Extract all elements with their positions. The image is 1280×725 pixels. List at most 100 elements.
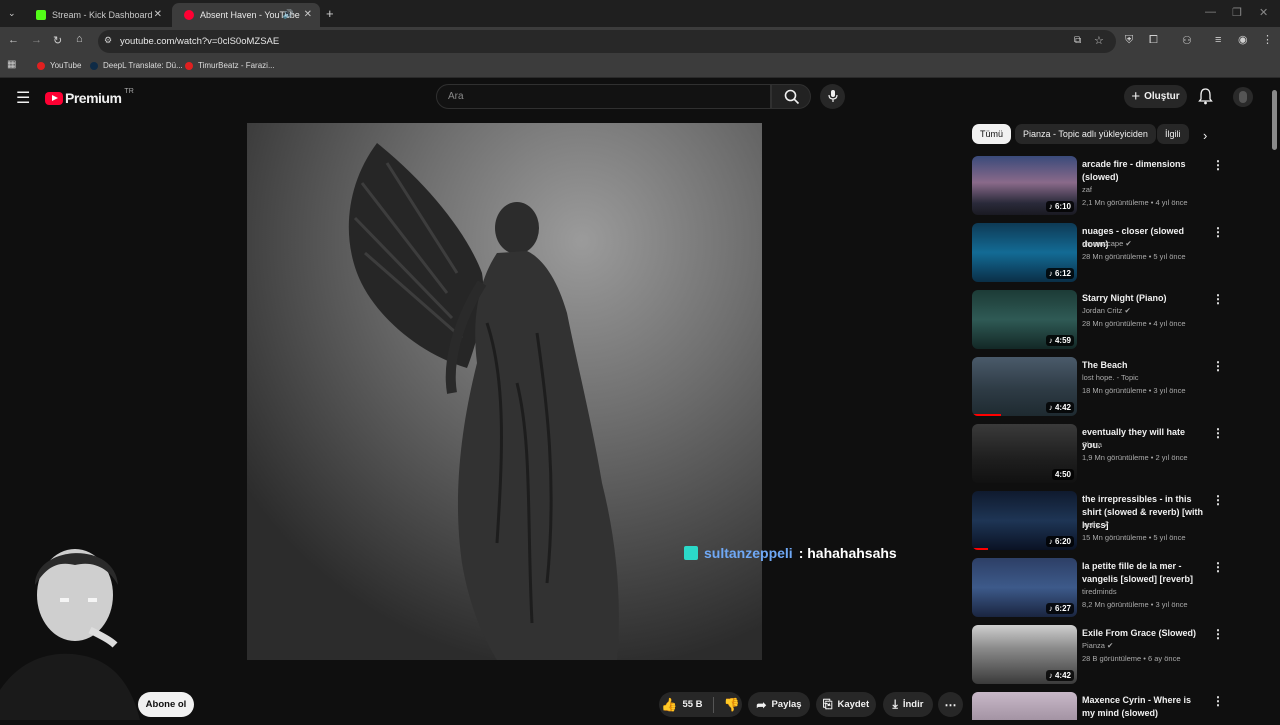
video-title[interactable]: Maxence Cyrin - Where is my mind (slowed…	[1082, 694, 1206, 720]
chip-from-pianza[interactable]: Pianza - Topic adlı yükleyiciden	[1015, 124, 1156, 144]
channel-name[interactable]: Shura	[1082, 440, 1102, 449]
video-title[interactable]: la petite fille de la mer - vangelis [sl…	[1082, 560, 1206, 586]
duration-badge: ♪ 6:10	[1045, 201, 1074, 212]
avatar[interactable]	[1233, 87, 1253, 107]
apps-grid-icon[interactable]: ▦	[7, 59, 16, 70]
notifications-bell-icon[interactable]	[1198, 88, 1213, 105]
list-item[interactable]: 4:50 eventually they will hate you. Shur…	[972, 424, 1232, 486]
home-icon[interactable]: ⌂	[76, 33, 83, 45]
video-thumbnail[interactable]: ♪ 4:59	[972, 290, 1077, 349]
like-icon[interactable]: 👍	[661, 697, 677, 713]
channel-name[interactable]: tiredminds	[1082, 587, 1117, 596]
reload-icon[interactable]: ↻	[53, 34, 62, 47]
video-title[interactable]: Starry Night (Piano)	[1082, 292, 1206, 305]
address-bar[interactable]: ⚙ youtube.com/watch?v=0clS0oMZSAE ⧉ ☆	[98, 30, 1116, 53]
extensions-icon[interactable]: ⧠	[1149, 34, 1158, 47]
download-button[interactable]: ⤓ İndir	[883, 692, 933, 717]
bookmark-deepl[interactable]: DeepL Translate: Dü...	[90, 61, 183, 70]
list-item[interactable]: ♪ 4:42 Exile From Grace (Slowed) Pianza …	[972, 625, 1232, 687]
more-vert-icon[interactable]: ⋮	[1212, 694, 1224, 708]
list-item[interactable]: ♪ 6:10 arcade fire - dimensions (slowed)…	[972, 156, 1232, 218]
video-title[interactable]: Exile From Grace (Slowed)	[1082, 627, 1206, 640]
video-player[interactable]	[247, 123, 762, 660]
profile-icon[interactable]: ◉	[1238, 33, 1248, 46]
maximize-icon[interactable]: ❐	[1232, 6, 1242, 19]
save-button[interactable]: ⎘ Kaydet	[816, 692, 876, 717]
video-thumbnail[interactable]: ♪ 6:12	[972, 223, 1077, 282]
media-controls-icon[interactable]: ≡	[1215, 34, 1221, 46]
channel-name[interactable]: lost hope. - Topic	[1082, 373, 1139, 382]
list-item[interactable]: ♪ 6:20 the irrepressibles - in this shir…	[972, 491, 1232, 553]
create-button[interactable]: + Oluştur	[1124, 85, 1187, 108]
tab-youtube[interactable]: Absent Haven - YouTube 🔊 ✕	[172, 3, 320, 27]
video-thumbnail[interactable]	[972, 692, 1077, 720]
channel-name[interactable]: zaf	[1082, 185, 1092, 194]
minimize-icon[interactable]: —	[1205, 6, 1216, 18]
verified-icon: ✔	[1103, 520, 1110, 529]
speaker-icon[interactable]: 🔊	[283, 9, 294, 20]
video-title[interactable]: The Beach	[1082, 359, 1206, 372]
close-window-icon[interactable]: ✕	[1259, 6, 1268, 19]
hamburger-menu-icon[interactable]: ☰	[16, 88, 30, 108]
menu-dots-icon[interactable]: ⋮	[1262, 33, 1273, 46]
video-thumbnail[interactable]: ♪ 6:10	[972, 156, 1077, 215]
forward-icon[interactable]: →	[31, 34, 42, 46]
close-tab-icon[interactable]: ✕	[154, 9, 162, 20]
list-item[interactable]: ♪ 4:42 The Beach lost hope. - Topic 18 M…	[972, 357, 1232, 419]
list-item[interactable]: ♪ 4:59 Starry Night (Piano) Jordan Critz…	[972, 290, 1232, 352]
scrollbar[interactable]	[1272, 90, 1277, 150]
verified-icon: ✔	[1124, 306, 1131, 315]
more-vert-icon[interactable]: ⋮	[1212, 627, 1224, 641]
chat-badge-icon	[684, 546, 698, 560]
more-vert-icon[interactable]: ⋮	[1212, 493, 1224, 507]
video-meta: 28 Mn görüntüleme • 5 yıl önce	[1082, 252, 1186, 261]
more-vert-icon[interactable]: ⋮	[1212, 158, 1224, 172]
dislike-icon[interactable]: 👎	[724, 697, 740, 713]
subscribe-button[interactable]: Abone ol	[138, 692, 194, 717]
video-thumbnail[interactable]: 4:50	[972, 424, 1077, 483]
more-vert-icon[interactable]: ⋮	[1212, 426, 1224, 440]
youtube-favicon-icon	[185, 61, 193, 70]
duration-badge: ♪ 6:20	[1045, 536, 1074, 547]
more-vert-icon[interactable]: ⋮	[1212, 225, 1224, 239]
webcam-overlay	[0, 540, 150, 720]
video-thumbnail[interactable]: ♪ 6:27	[972, 558, 1077, 617]
youtube-logo[interactable]: Premium TR	[45, 88, 134, 106]
more-vert-icon[interactable]: ⋮	[1212, 292, 1224, 306]
channel-name[interactable]: Pianza ✔	[1082, 641, 1113, 650]
chevron-right-icon[interactable]: ›	[1203, 128, 1207, 143]
channel-name[interactable]: dreamscape ✔	[1082, 239, 1132, 248]
video-title[interactable]: arcade fire - dimensions (slowed)	[1082, 158, 1206, 184]
tab-label: Stream - Kick Dashboard	[52, 10, 153, 20]
video-thumbnail[interactable]: ♪ 4:42	[972, 625, 1077, 684]
more-vert-icon[interactable]: ⋮	[1212, 359, 1224, 373]
install-app-icon[interactable]: ⧉	[1074, 35, 1081, 46]
back-icon[interactable]: ←	[8, 34, 19, 46]
chip-related[interactable]: İlgili	[1157, 124, 1189, 144]
more-actions-button[interactable]: ⋯	[938, 692, 963, 717]
list-item[interactable]: ♪ 6:27 la petite fille de la mer - vange…	[972, 558, 1232, 620]
close-tab-icon[interactable]: ✕	[304, 9, 312, 20]
video-thumbnail[interactable]: ♪ 6:20	[972, 491, 1077, 550]
video-thumbnail[interactable]: ♪ 4:42	[972, 357, 1077, 416]
channel-name[interactable]: lustry. ✔	[1082, 520, 1110, 529]
voice-search-button[interactable]	[820, 84, 845, 109]
list-item[interactable]: Maxence Cyrin - Where is my mind (slowed…	[972, 692, 1232, 720]
bookmark-youtube[interactable]: YouTube	[37, 61, 81, 70]
more-vert-icon[interactable]: ⋮	[1212, 560, 1224, 574]
incognito-icon[interactable]: ⚇	[1182, 34, 1192, 47]
new-tab-icon[interactable]: +	[326, 6, 334, 21]
tab-search-icon[interactable]: ⌄	[8, 8, 16, 19]
shield-icon[interactable]: ⛨	[1125, 34, 1133, 47]
video-meta: 28 Mn görüntüleme • 4 yıl önce	[1082, 319, 1186, 328]
search-button[interactable]	[771, 84, 811, 109]
share-button[interactable]: ➦ Paylaş	[748, 692, 810, 717]
bookmark-star-icon[interactable]: ☆	[1094, 34, 1104, 47]
search-input[interactable]: Ara	[436, 84, 771, 109]
tab-kick-dashboard[interactable]: Stream - Kick Dashboard ✕	[24, 3, 170, 27]
site-info-icon[interactable]: ⚙	[104, 35, 112, 46]
bookmark-timurbeatz[interactable]: TimurBeatz - Farazi...	[185, 61, 275, 70]
chip-all[interactable]: Tümü	[972, 124, 1012, 144]
channel-name[interactable]: Jordan Critz ✔	[1082, 306, 1131, 315]
list-item[interactable]: ♪ 6:12 nuages - closer (slowed down) dre…	[972, 223, 1232, 285]
